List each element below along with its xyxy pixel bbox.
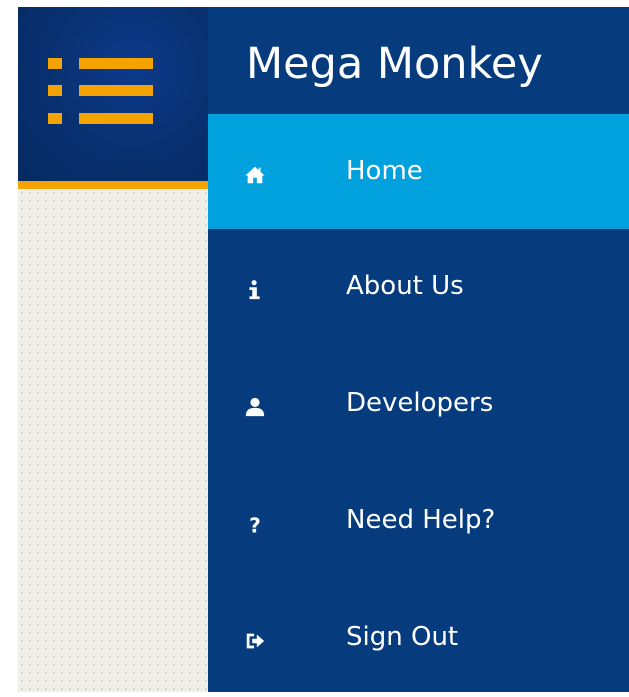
page-background xyxy=(18,189,208,692)
app-frame: Mega Monkey Home About Us Developers ? N… xyxy=(18,7,629,692)
user-icon xyxy=(244,396,266,418)
list-bullet xyxy=(48,58,62,69)
app-title: Mega Monkey xyxy=(246,39,543,89)
question-icon: ? xyxy=(244,513,266,535)
menu-item-label: Home xyxy=(346,156,423,186)
menu-item-home[interactable]: Home xyxy=(208,114,629,229)
info-icon xyxy=(244,279,266,301)
list-bullet xyxy=(48,85,62,96)
hamburger-menu-icon[interactable] xyxy=(48,52,153,132)
list-line xyxy=(79,113,153,124)
nav-menu: Home About Us Developers ? Need Help? Si… xyxy=(208,114,629,697)
left-header xyxy=(18,7,208,181)
menu-item-sign-out[interactable]: Sign Out xyxy=(208,580,629,697)
accent-stripe xyxy=(18,181,208,189)
list-bullet xyxy=(48,113,62,124)
menu-item-label: About Us xyxy=(346,271,464,301)
menu-item-need-help[interactable]: ? Need Help? xyxy=(208,463,629,580)
sign-out-icon xyxy=(244,630,266,652)
list-line xyxy=(79,58,153,69)
menu-item-label: Developers xyxy=(346,388,494,418)
menu-item-label: Need Help? xyxy=(346,505,496,535)
list-line xyxy=(79,85,153,96)
svg-text:?: ? xyxy=(249,513,261,535)
menu-item-developers[interactable]: Developers xyxy=(208,346,629,463)
nav-panel: Mega Monkey Home About Us Developers ? N… xyxy=(208,7,629,692)
menu-item-label: Sign Out xyxy=(346,622,459,652)
menu-item-about-us[interactable]: About Us xyxy=(208,229,629,346)
home-icon xyxy=(244,164,266,186)
